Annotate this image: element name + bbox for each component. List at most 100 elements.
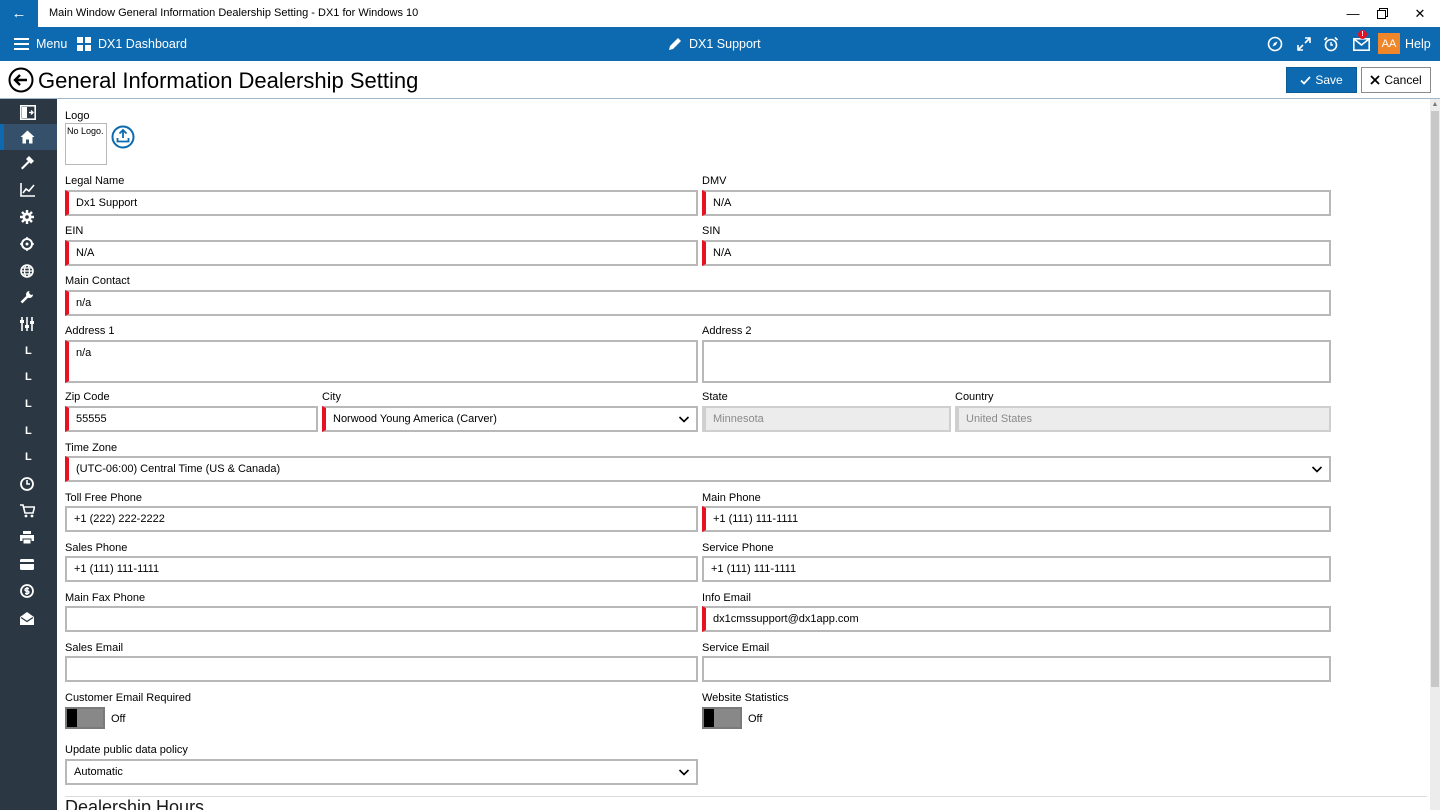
time-zone-label: Time Zone [65, 442, 118, 454]
dmv-field[interactable]: N/A [702, 190, 1331, 216]
sidebar-item-l3[interactable]: L [0, 391, 57, 417]
sales-email-field[interactable] [65, 656, 698, 682]
window-title: Main Window General Information Dealersh… [49, 7, 419, 19]
messages-button[interactable]: ! [1351, 27, 1371, 61]
menu-label: Menu [36, 37, 68, 51]
avatar[interactable]: AA [1378, 33, 1400, 54]
time-zone-select[interactable]: (UTC-06:00) Central Time (US & Canada) [65, 456, 1331, 482]
city-select[interactable]: Norwood Young America (Carver) [322, 406, 698, 432]
sidebar-item-l5[interactable]: L [0, 444, 57, 470]
service-email-label: Service Email [702, 642, 770, 654]
scroll-up-icon[interactable]: ▲ [1430, 101, 1440, 111]
upload-logo-icon[interactable] [111, 125, 135, 149]
sidebar-item-settings[interactable] [0, 204, 57, 230]
compass-icon [1267, 36, 1283, 52]
website-statistics-state: Off [748, 713, 763, 725]
sidebar-item-target[interactable] [0, 231, 57, 257]
back-circle-icon[interactable] [8, 67, 34, 93]
update-policy-label: Update public data policy [65, 744, 188, 756]
dashboard-grid-icon [77, 37, 91, 51]
sidebar-item-l2[interactable]: L [0, 364, 57, 390]
dealer-label: DX1 Support [689, 37, 761, 51]
sidebar-item-l4[interactable]: L [0, 418, 57, 444]
sidebar-item-tools[interactable] [0, 150, 57, 176]
service-email-field[interactable] [702, 656, 1331, 682]
address2-field[interactable] [702, 340, 1331, 383]
sin-field[interactable]: N/A [702, 240, 1331, 266]
toggle-knob [67, 709, 77, 727]
sidebar-item-config[interactable] [0, 311, 57, 337]
mail-open-icon [20, 611, 34, 625]
website-statistics-label: Website Statistics [702, 692, 789, 704]
cancel-button[interactable]: Cancel [1361, 67, 1431, 93]
sidebar: L L L L L [0, 99, 57, 810]
toll-free-phone-label: Toll Free Phone [65, 492, 143, 504]
legal-name-field[interactable]: Dx1 Support [65, 190, 698, 216]
update-policy-select[interactable]: Automatic [65, 759, 698, 785]
sidebar-item-billing[interactable] [0, 551, 57, 577]
zip-label: Zip Code [65, 391, 110, 403]
dashboard-button[interactable]: DX1 Dashboard [77, 27, 187, 61]
address1-label: Address 1 [65, 325, 115, 337]
sidebar-item-l1[interactable]: L [0, 338, 57, 364]
address1-field[interactable]: n/a [65, 340, 698, 383]
logo-label: Logo [65, 110, 90, 122]
service-phone-label: Service Phone [702, 542, 774, 554]
sidebar-item-cart[interactable] [0, 498, 57, 524]
sidebar-item-history[interactable] [0, 471, 57, 497]
dealer-selector[interactable]: DX1 Support [668, 27, 761, 61]
window-back-button[interactable]: ← [0, 0, 38, 27]
alarm-button[interactable] [1322, 27, 1340, 61]
customer-email-required-toggle[interactable] [65, 707, 105, 729]
main-phone-field[interactable]: +1 (111) 111-1111 [702, 506, 1331, 532]
panel-toggle-icon [20, 104, 36, 120]
fullscreen-button[interactable] [1295, 27, 1313, 61]
info-email-field[interactable]: dx1cmssupport@dx1app.com [702, 606, 1331, 632]
close-window-button[interactable]: ✕ [1400, 0, 1440, 27]
sidebar-item-finance[interactable] [0, 578, 57, 604]
sidebar-item-print[interactable] [0, 524, 57, 550]
service-phone-field[interactable]: +1 (111) 111-1111 [702, 556, 1331, 582]
form-content: Logo No Logo. Legal Name Dx1 Support DMV… [57, 99, 1427, 810]
envelope-icon [1352, 37, 1370, 51]
page-header: General Information Dealership Setting S… [0, 61, 1440, 99]
ein-field[interactable]: N/A [65, 240, 698, 266]
sidebar-item-reports[interactable] [0, 177, 57, 203]
section-divider [65, 796, 1427, 797]
legal-name-label: Legal Name [65, 175, 125, 187]
restore-icon [1376, 8, 1388, 19]
help-button[interactable]: Help [1405, 27, 1431, 61]
main-fax-phone-field[interactable] [65, 606, 698, 632]
state-label: State [702, 391, 728, 403]
sin-label: SIN [702, 225, 721, 237]
hamburger-icon [14, 38, 29, 50]
chevron-down-icon [678, 769, 690, 776]
sidebar-item-web[interactable] [0, 258, 57, 284]
zip-field[interactable]: 55555 [65, 406, 318, 432]
main-contact-field[interactable]: n/a [65, 290, 1331, 316]
checkmark-icon [1300, 75, 1311, 85]
sidebar-item-mail[interactable] [0, 605, 57, 631]
home-icon [20, 130, 35, 144]
sidebar-item-panel-toggle[interactable] [0, 99, 57, 125]
scrollbar-thumb[interactable] [1431, 111, 1439, 687]
save-button[interactable]: Save [1286, 67, 1357, 93]
notification-badge: ! [1358, 30, 1367, 39]
alarm-clock-icon [1323, 36, 1339, 52]
cancel-label: Cancel [1384, 73, 1422, 87]
chevron-down-icon [678, 416, 690, 423]
menu-button[interactable]: Menu [14, 27, 67, 61]
sidebar-item-service[interactable] [0, 284, 57, 310]
compass-button[interactable] [1266, 27, 1284, 61]
x-icon [1370, 75, 1380, 85]
toll-free-phone-field[interactable]: +1 (222) 222-2222 [65, 506, 698, 532]
website-statistics-toggle[interactable] [702, 707, 742, 729]
vertical-scrollbar[interactable] [1430, 99, 1440, 810]
time-zone-value: (UTC-06:00) Central Time (US & Canada) [76, 463, 281, 475]
restore-button[interactable] [1362, 0, 1402, 27]
dealership-hours-heading: Dealership Hours [65, 797, 205, 810]
sidebar-item-home[interactable] [0, 124, 57, 150]
sales-phone-field[interactable]: +1 (111) 111-1111 [65, 556, 698, 582]
customer-email-required-label: Customer Email Required [65, 692, 191, 704]
wrench-icon [20, 291, 33, 304]
